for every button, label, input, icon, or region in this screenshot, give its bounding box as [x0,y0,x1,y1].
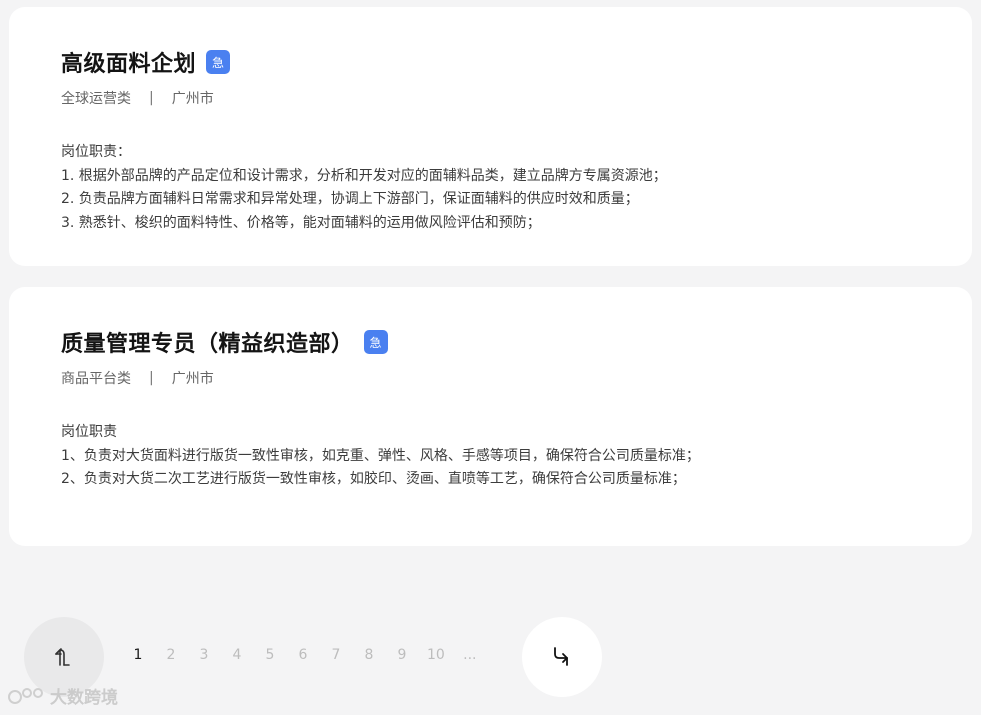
job-meta: 商品平台类 | 广州市 [61,368,920,388]
meta-separator: | [149,90,154,106]
job-card[interactable]: 高级面料企划 急 全球运营类 | 广州市 岗位职责： 1. 根据外部品牌的产品定… [9,7,972,266]
urgent-badge: 急 [363,330,388,354]
page-number-1[interactable]: 1 [130,647,146,663]
description-line: 3. 熟悉针、梭织的面料特性、价格等，能对面辅料的运用做风险评估和预防； [61,214,541,231]
job-department: 全球运营类 [61,91,131,107]
page-numbers: 1 2 3 4 5 6 7 8 9 10 ... [130,647,495,663]
description-line: 岗位职责： [61,144,131,160]
watermark-text: 大数跨境 [50,688,118,708]
job-title-row: 高级面料企划 急 [61,47,920,77]
meta-separator: | [149,370,154,386]
job-title[interactable]: 高级面料企划 [61,46,196,78]
description-line: 岗位职责 [61,424,117,440]
job-meta: 全球运营类 | 广州市 [61,88,920,108]
page-number-10[interactable]: 10 [427,647,445,663]
job-title[interactable]: 质量管理专员（精益织造部） [61,326,354,358]
description-line: 1. 根据外部品牌的产品定位和设计需求，分析和开发对应的面辅料品类，建立品牌方专… [61,167,667,184]
job-city: 广州市 [171,371,214,387]
page-ellipsis: ... [463,647,477,663]
page-number-4[interactable]: 4 [229,647,245,663]
page-number-3[interactable]: 3 [196,647,212,663]
next-arrow-icon [554,647,568,666]
job-description: 岗位职责： 1. 根据外部品牌的产品定位和设计需求，分析和开发对应的面辅料品类，… [61,141,771,235]
urgent-badge: 急 [206,50,231,74]
page-number-6[interactable]: 6 [295,647,311,663]
prev-arrow-icon [55,648,70,666]
page-number-7[interactable]: 7 [328,647,344,663]
job-department: 商品平台类 [61,371,131,387]
page-number-5[interactable]: 5 [262,647,278,663]
description-line: 1、负责对大货面料进行版货一致性审核，如克重、弹性、风格、手感等项目，确保符合公… [61,447,700,464]
page-number-9[interactable]: 9 [394,647,410,663]
job-title-row: 质量管理专员（精益织造部） 急 [61,327,920,357]
job-city: 广州市 [171,91,214,107]
next-page-button[interactable] [522,617,602,697]
description-line: 2、负责对大货二次工艺进行版货一致性审核，如胶印、烫画、直喷等工艺，确保符合公司… [61,471,686,487]
job-description: 岗位职责 1、负责对大货面料进行版货一致性审核，如克重、弹性、风格、手感等项目，… [61,421,771,492]
page-number-2[interactable]: 2 [163,647,179,663]
description-line: 2. 负责品牌方面辅料日常需求和异常处理，协调上下游部门，保证面辅料的供应时效和… [61,191,639,207]
watermark: 大数跨境 [8,683,118,708]
brand-logo-icon [8,687,43,704]
page-number-8[interactable]: 8 [361,647,377,663]
job-card[interactable]: 质量管理专员（精益织造部） 急 商品平台类 | 广州市 岗位职责 1、负责对大货… [9,287,972,546]
